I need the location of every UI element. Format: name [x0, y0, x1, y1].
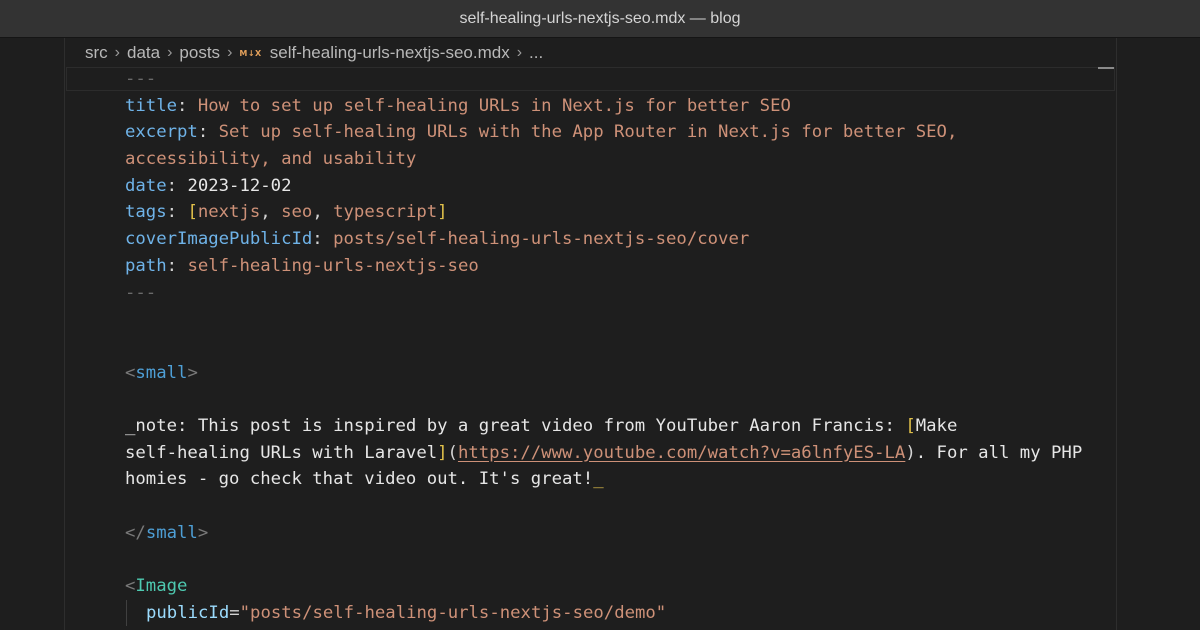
note-text-end: homies - go check that video out. It's g…: [125, 469, 594, 490]
code-line: publicId="posts/self-healing-urls-nextjs…: [0, 599, 1116, 627]
breadcrumb-item-data[interactable]: data: [127, 43, 160, 63]
note-text: _note: This post is inspired by a great …: [125, 415, 906, 436]
code-line: <small>: [125, 362, 198, 383]
code-line: <Image: [125, 576, 188, 597]
scrollbar-track[interactable]: [1116, 38, 1117, 630]
indent-guide: [126, 599, 127, 627]
tag-item: typescript: [333, 202, 438, 223]
jsx-component-image: Image: [135, 576, 188, 597]
breadcrumb-item-posts[interactable]: posts: [179, 43, 220, 63]
code-line: homies - go check that video out. It's g…: [0, 466, 1116, 493]
window-title: self-healing-urls-nextjs-seo.mdx — blog: [459, 10, 741, 27]
code-line: excerpt: Set up self-healing URLs with t…: [125, 122, 958, 143]
chevron-right-icon: ›: [114, 44, 120, 61]
breadcrumb-more[interactable]: ...: [529, 43, 543, 63]
link-text: Make: [915, 415, 958, 436]
code-line: date: 2023-12-02: [125, 175, 292, 196]
code-line: </small>: [125, 522, 209, 543]
code-line: ---: [0, 280, 1116, 307]
yaml-value-excerpt-cont: accessibility, and usability: [125, 149, 417, 170]
chevron-right-icon: ›: [167, 44, 173, 61]
frontmatter-fence: ---: [125, 282, 157, 303]
yaml-key-title: title: [125, 95, 178, 116]
yaml-value-date: 2023-12-02: [187, 175, 292, 196]
yaml-key-tags: tags: [125, 202, 167, 223]
note-text-cont: . For all my PHP: [915, 442, 1083, 463]
chevron-right-icon: ›: [227, 44, 233, 61]
code-line: ---: [0, 66, 1116, 93]
yaml-key-excerpt: excerpt: [125, 122, 198, 143]
frontmatter-fence: ---: [125, 69, 157, 89]
link-url[interactable]: https://www.youtube.com/watch?v=a6lnfyES…: [458, 443, 905, 463]
link-text-cont: self-healing URLs with Laravel: [125, 442, 438, 463]
mdx-file-icon: M↓X: [239, 48, 262, 58]
jsx-attr-value: "posts/self-healing-urls-nextjs-seo/demo…: [239, 602, 667, 623]
code-line: accessibility, and usability: [0, 146, 1116, 173]
italic-marker: _: [593, 469, 604, 490]
tag-item: seo: [281, 202, 313, 223]
chevron-right-icon: ›: [516, 44, 523, 61]
tag-item: nextjs: [197, 202, 261, 223]
breadcrumb-item-file[interactable]: self-healing-urls-nextjs-seo.mdx: [270, 43, 510, 63]
breadcrumb: src › data › posts › M↓X self-healing-ur…: [85, 41, 543, 65]
code-line: coverImagePublicId: posts/self-healing-u…: [125, 229, 750, 250]
yaml-key-date: date: [125, 175, 167, 196]
yaml-value-cover: posts/self-healing-urls-nextjs-seo/cover: [333, 229, 750, 250]
code-line: tags: [nextjs, seo, typescript]: [125, 202, 448, 223]
code-editor[interactable]: src › data › posts › M↓X self-healing-ur…: [0, 38, 1200, 630]
breadcrumb-item-src[interactable]: src: [85, 43, 108, 63]
yaml-value-path: self-healing-urls-nextjs-seo: [187, 255, 479, 276]
window-title-bar: self-healing-urls-nextjs-seo.mdx — blog: [0, 0, 1200, 38]
code-line: title: How to set up self-healing URLs i…: [125, 95, 791, 116]
html-tag-small-close: small: [145, 522, 198, 543]
yaml-value-excerpt: Set up self-healing URLs with the App Ro…: [218, 122, 958, 143]
code-line: self-healing URLs with Laravel](https://…: [125, 442, 1083, 463]
jsx-attr-publicid: publicId: [146, 602, 230, 623]
code-line: _note: This post is inspired by a great …: [125, 415, 958, 436]
code-lines[interactable]: --- title: How to set up self-healing UR…: [0, 66, 1116, 627]
yaml-key-path: path: [125, 255, 167, 276]
yaml-value-title: How to set up self-healing URLs in Next.…: [197, 95, 791, 116]
code-line: path: self-healing-urls-nextjs-seo: [125, 255, 479, 276]
html-tag-small-open: small: [135, 362, 188, 383]
yaml-key-cover: coverImagePublicId: [125, 229, 313, 250]
